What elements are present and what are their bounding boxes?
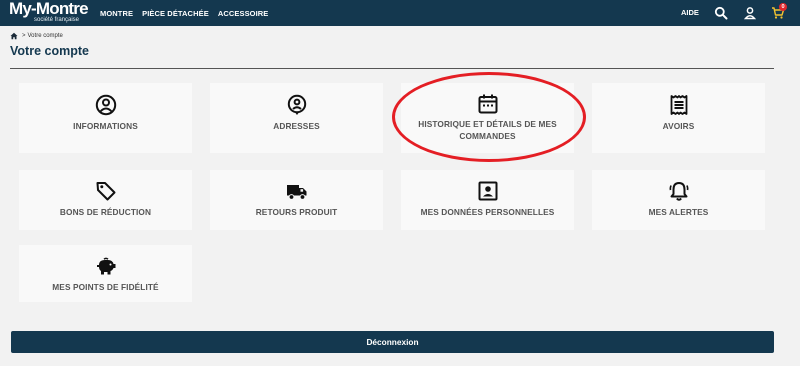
user-circle-icon: [95, 94, 117, 116]
search-icon[interactable]: [714, 6, 728, 20]
account-icon[interactable]: [743, 6, 757, 20]
bell-icon: [668, 180, 690, 202]
tile-retours-produit[interactable]: RETOURS PRODUIT: [210, 170, 383, 230]
receipt-icon: [668, 94, 690, 116]
tile-donnees-personnelles[interactable]: MES DONNÉES PERSONNELLES: [401, 170, 574, 230]
tile-label: INFORMATIONS: [73, 121, 138, 131]
main-nav: MONTRE PIÈCE DÉTACHÉE ACCESSOIRE: [100, 0, 277, 26]
breadcrumb-current: Votre compte: [27, 33, 63, 39]
cart-count-badge: 0: [779, 3, 787, 11]
tile-label: MES DONNÉES PERSONNELLES: [420, 207, 555, 217]
tile-label: MES POINTS DE FIDÉLITÉ: [52, 282, 159, 292]
logo-text: My-Montre: [9, 0, 89, 18]
logout-button[interactable]: Déconnexion: [11, 331, 774, 353]
tile-alertes[interactable]: MES ALERTES: [592, 170, 765, 230]
help-link[interactable]: AIDE: [681, 8, 699, 17]
tile-informations[interactable]: INFORMATIONS: [19, 83, 192, 153]
tile-label: ADRESSES: [273, 121, 320, 131]
home-icon[interactable]: [10, 32, 18, 40]
truck-icon: [286, 180, 308, 202]
top-navbar: My-Montre société française MONTRE PIÈCE…: [0, 0, 800, 26]
tile-label: RETOURS PRODUIT: [255, 207, 338, 217]
tile-label: BONS DE RÉDUCTION: [59, 207, 152, 217]
id-card-icon: [477, 180, 499, 202]
tile-avoirs[interactable]: AVOIRS: [592, 83, 765, 153]
piggy-bank-icon: [95, 255, 117, 277]
page-title: Votre compte: [10, 44, 89, 58]
calendar-icon: [477, 93, 499, 115]
tile-label: AVOIRS: [662, 121, 695, 131]
tile-label: MES ALERTES: [648, 207, 709, 217]
title-divider: [10, 68, 774, 69]
tile-label: HISTORIQUE ET DÉTAILS DE MES COMMANDES: [418, 119, 557, 141]
site-logo[interactable]: My-Montre société française: [9, 0, 89, 25]
location-pin-icon: [286, 94, 308, 116]
cart-icon[interactable]: 0: [771, 3, 787, 20]
nav-item-accessoire[interactable]: ACCESSOIRE: [218, 9, 269, 18]
nav-item-piece-detachee[interactable]: PIÈCE DÉTACHÉE: [142, 9, 209, 18]
tile-bons-reduction[interactable]: BONS DE RÉDUCTION: [19, 170, 192, 230]
tag-icon: [95, 180, 117, 202]
tile-adresses[interactable]: ADRESSES: [210, 83, 383, 153]
tile-historique-commandes[interactable]: HISTORIQUE ET DÉTAILS DE MES COMMANDES: [401, 83, 574, 153]
breadcrumb-separator-icon: >: [22, 33, 26, 39]
tile-points-fidelite[interactable]: MES POINTS DE FIDÉLITÉ: [19, 245, 192, 302]
breadcrumb: > Votre compte: [10, 32, 63, 40]
nav-item-montre[interactable]: MONTRE: [100, 9, 133, 18]
